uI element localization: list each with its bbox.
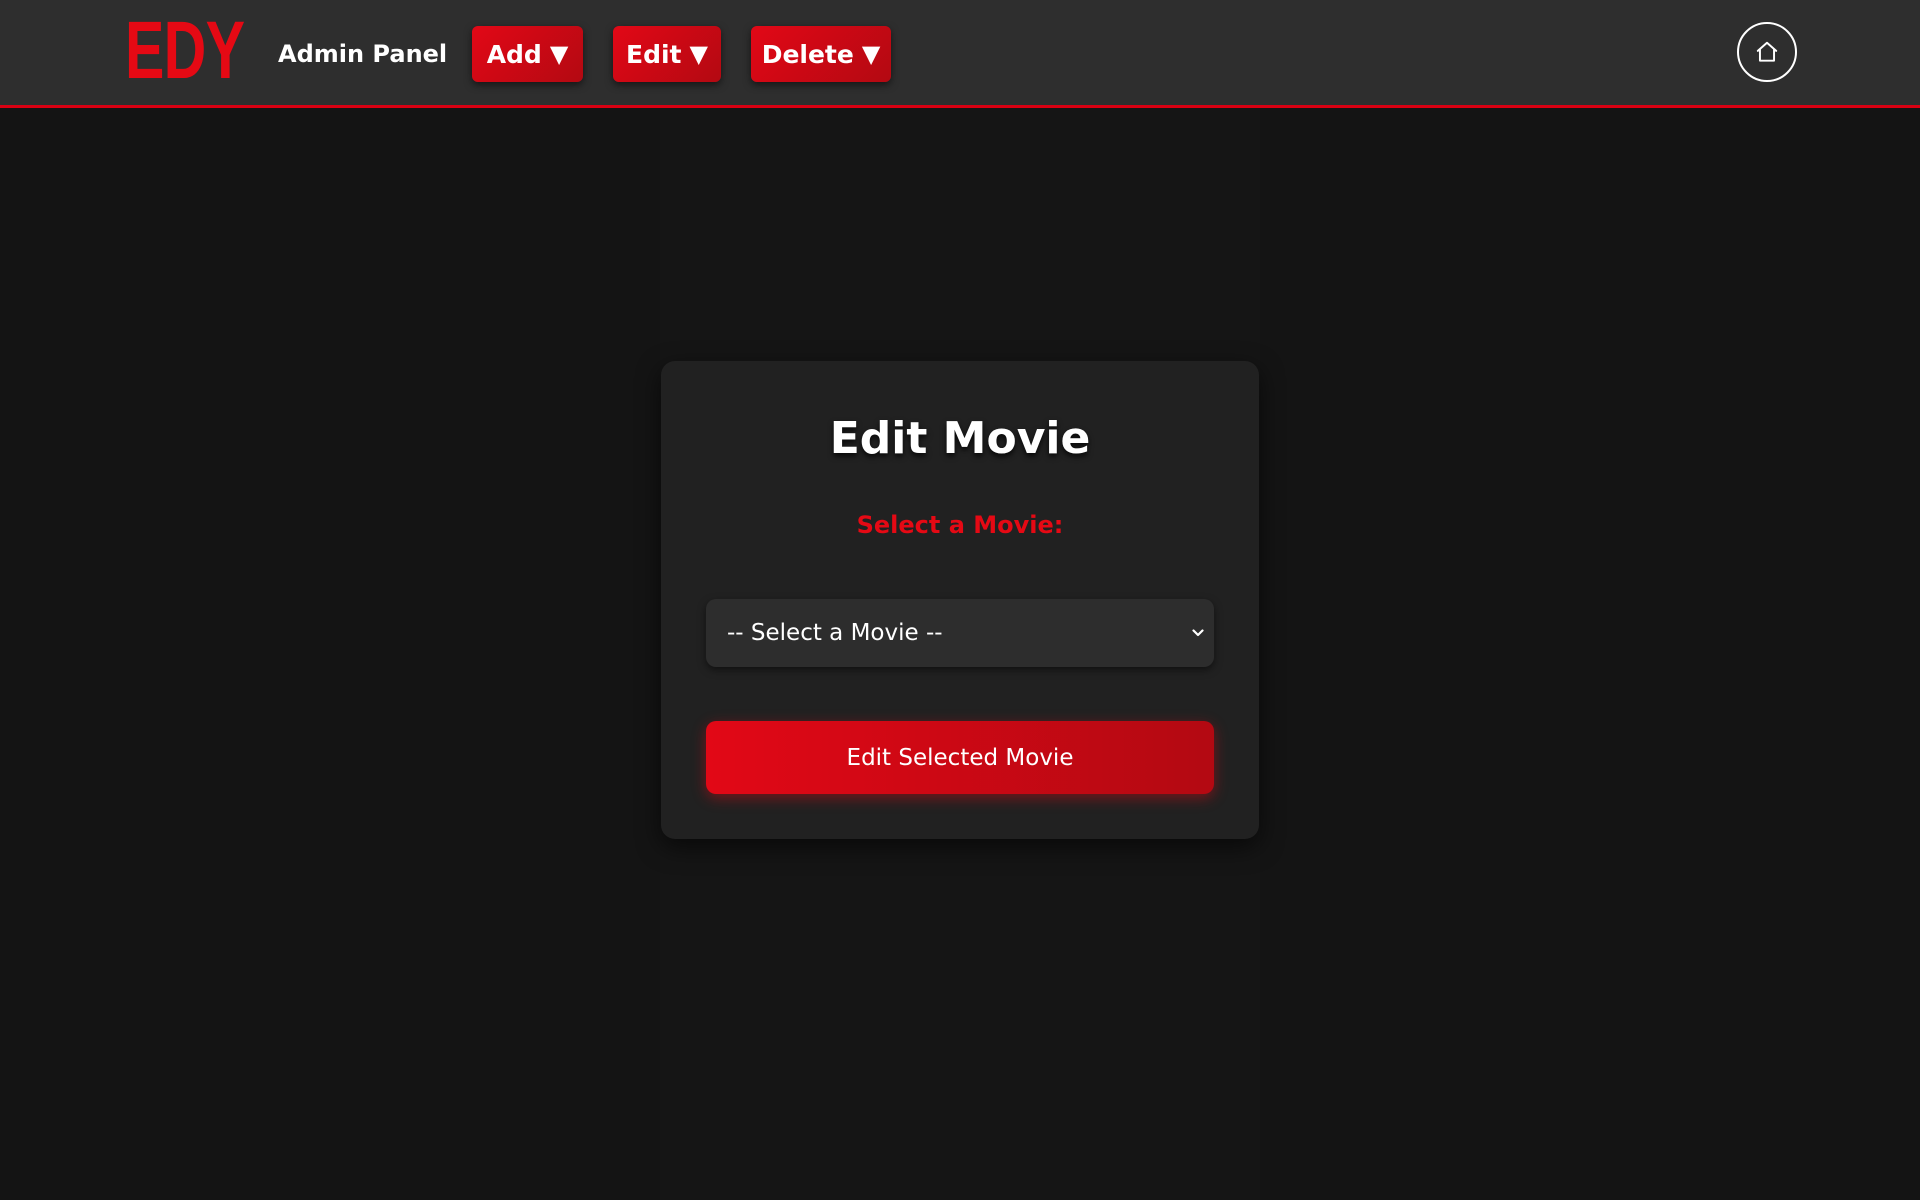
movie-select-value: -- Select a Movie -- — [727, 620, 943, 646]
delete-menu-button[interactable]: Delete ▼ — [751, 26, 891, 82]
page-title: Edit Movie — [829, 413, 1091, 464]
edit-selected-movie-button[interactable]: Edit Selected Movie — [706, 721, 1214, 794]
caret-down-icon: ▼ — [549, 40, 569, 68]
caret-down-icon: ▼ — [689, 40, 708, 68]
admin-panel-title: Admin Panel — [278, 40, 448, 68]
add-menu-button[interactable]: Add ▼ — [472, 26, 583, 82]
home-icon — [1756, 41, 1778, 62]
add-menu-label: Add — [486, 39, 542, 69]
edit-menu-label: Edit — [626, 39, 682, 69]
home-button[interactable] — [1737, 22, 1797, 82]
movie-select-label: Select a Movie: — [856, 511, 1064, 539]
chevron-down-icon — [1192, 629, 1204, 637]
edy-logo[interactable]: EDY — [125, 10, 245, 92]
top-navbar: EDY Admin Panel Add ▼ Edit ▼ Delete ▼ — [0, 0, 1920, 108]
delete-menu-label: Delete — [761, 39, 854, 69]
caret-down-icon: ▼ — [861, 40, 881, 68]
edit-movie-card: Edit Movie Select a Movie: -- Select a M… — [661, 361, 1259, 839]
edit-menu-button[interactable]: Edit ▼ — [613, 26, 721, 82]
movie-select[interactable]: -- Select a Movie -- — [706, 599, 1214, 667]
